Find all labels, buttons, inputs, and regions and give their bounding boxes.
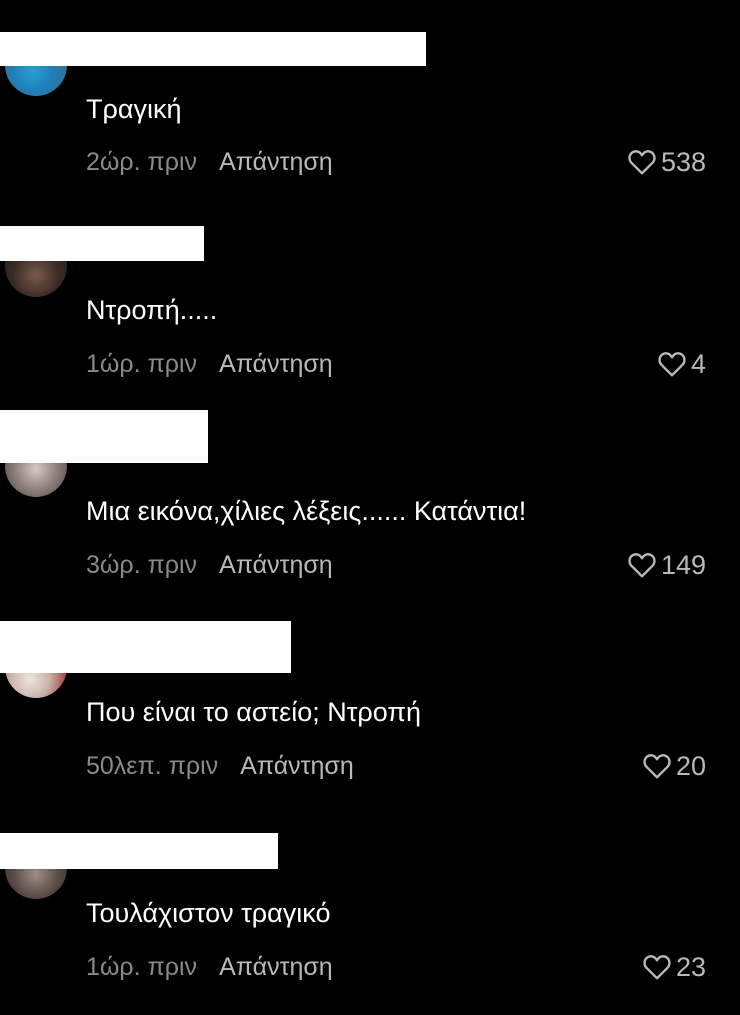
comment-text: Τουλάχιστον τραγικό <box>86 898 331 928</box>
comment-text: Ντροπή..... <box>86 295 218 325</box>
comment-meta: 1ώρ. πριν Απάντηση <box>86 952 333 982</box>
redacted-username <box>0 833 278 869</box>
comment-meta: 1ώρ. πριν Απάντηση <box>86 349 333 379</box>
reply-button[interactable]: Απάντηση <box>240 752 354 780</box>
comment-time: 1ώρ. πριν <box>86 350 198 378</box>
comment-meta: 50λεπ. πριν Απάντηση <box>86 751 354 781</box>
like-button[interactable]: 20 <box>642 751 706 781</box>
reply-button[interactable]: Απάντηση <box>219 350 333 378</box>
comment-item: Τουλάχιστον τραγικό 1ώρ. πριν Απάντηση 23 <box>0 0 740 982</box>
like-count: 4 <box>690 349 706 379</box>
comment-time: 50λεπ. πριν <box>86 752 219 780</box>
comment-meta: 3ώρ. πριν Απάντηση <box>86 550 333 580</box>
comment-time: 1ώρ. πριν <box>86 953 198 981</box>
reply-button[interactable]: Απάντηση <box>219 953 333 981</box>
redacted-username <box>0 226 204 261</box>
like-button[interactable]: 23 <box>642 952 706 982</box>
redacted-username <box>0 621 291 673</box>
heart-outline-icon <box>627 552 657 578</box>
heart-outline-icon <box>642 954 672 980</box>
heart-outline-icon <box>657 351 687 377</box>
like-count: 20 <box>675 751 706 781</box>
reply-button[interactable]: Απάντηση <box>219 551 333 579</box>
like-count: 23 <box>675 952 706 982</box>
like-button[interactable]: 149 <box>627 550 706 580</box>
like-count: 149 <box>660 550 706 580</box>
redacted-username <box>0 410 208 463</box>
comment-time: 3ώρ. πριν <box>86 551 198 579</box>
comment-text: Που είναι το αστείο; Ντροπή <box>86 697 422 727</box>
heart-outline-icon <box>642 753 672 779</box>
like-button[interactable]: 4 <box>657 349 706 379</box>
comment-text: Μια εικόνα,χίλιες λέξεις...... Κατάντια! <box>86 496 527 526</box>
